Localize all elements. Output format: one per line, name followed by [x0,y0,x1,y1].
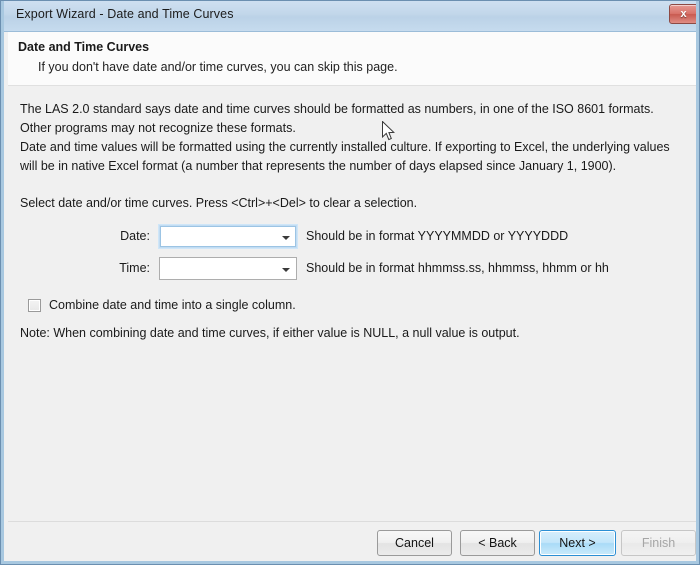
date-label: Date: [70,229,150,243]
date-curve-select-inner [160,226,296,247]
time-label: Time: [70,261,150,275]
date-format-hint: Should be in format YYYYMMDD or YYYYDDD [306,229,568,243]
wizard-footer: Cancel < Back Next > Finish [8,522,700,561]
export-wizard-window: Export Wizard - Date and Time Curves x D… [0,0,700,565]
close-button[interactable]: x [669,4,698,24]
finish-button: Finish [621,530,696,556]
page-title: Date and Time Curves [18,40,149,54]
combine-columns-checkbox[interactable] [28,299,41,312]
info-paragraph-las-standard: The LAS 2.0 standard says date and time … [20,100,688,138]
date-curve-select[interactable] [159,225,297,248]
close-icon: x [670,7,697,21]
window-title: Export Wizard - Date and Time Curves [16,7,234,21]
chevron-down-icon[interactable] [282,236,290,240]
time-curve-select[interactable] [159,257,297,280]
date-curve-row: Date: Should be in format YYYYMMDD or YY… [8,225,700,249]
chevron-down-icon[interactable] [282,268,290,272]
info-paragraph-culture-format: Date and time values will be formatted u… [20,138,690,176]
time-format-hint: Should be in format hhmmss.ss, hhmmss, h… [306,261,609,275]
combine-columns-label: Combine date and time into a single colu… [49,298,296,312]
null-value-note: Note: When combining date and time curve… [20,326,520,340]
back-button[interactable]: < Back [460,530,535,556]
wizard-header: Date and Time Curves If you don't have d… [8,32,700,86]
time-curve-row: Time: Should be in format hhmmss.ss, hhm… [8,257,700,281]
page-subtitle: If you don't have date and/or time curve… [38,60,398,74]
cancel-button[interactable]: Cancel [377,530,452,556]
wizard-body: The LAS 2.0 standard says date and time … [8,87,700,521]
next-button[interactable]: Next > [539,530,616,556]
time-curve-select-inner [160,258,296,279]
title-bar: Export Wizard - Date and Time Curves x [4,0,700,32]
instruction-select-curves: Select date and/or time curves. Press <C… [20,194,660,213]
